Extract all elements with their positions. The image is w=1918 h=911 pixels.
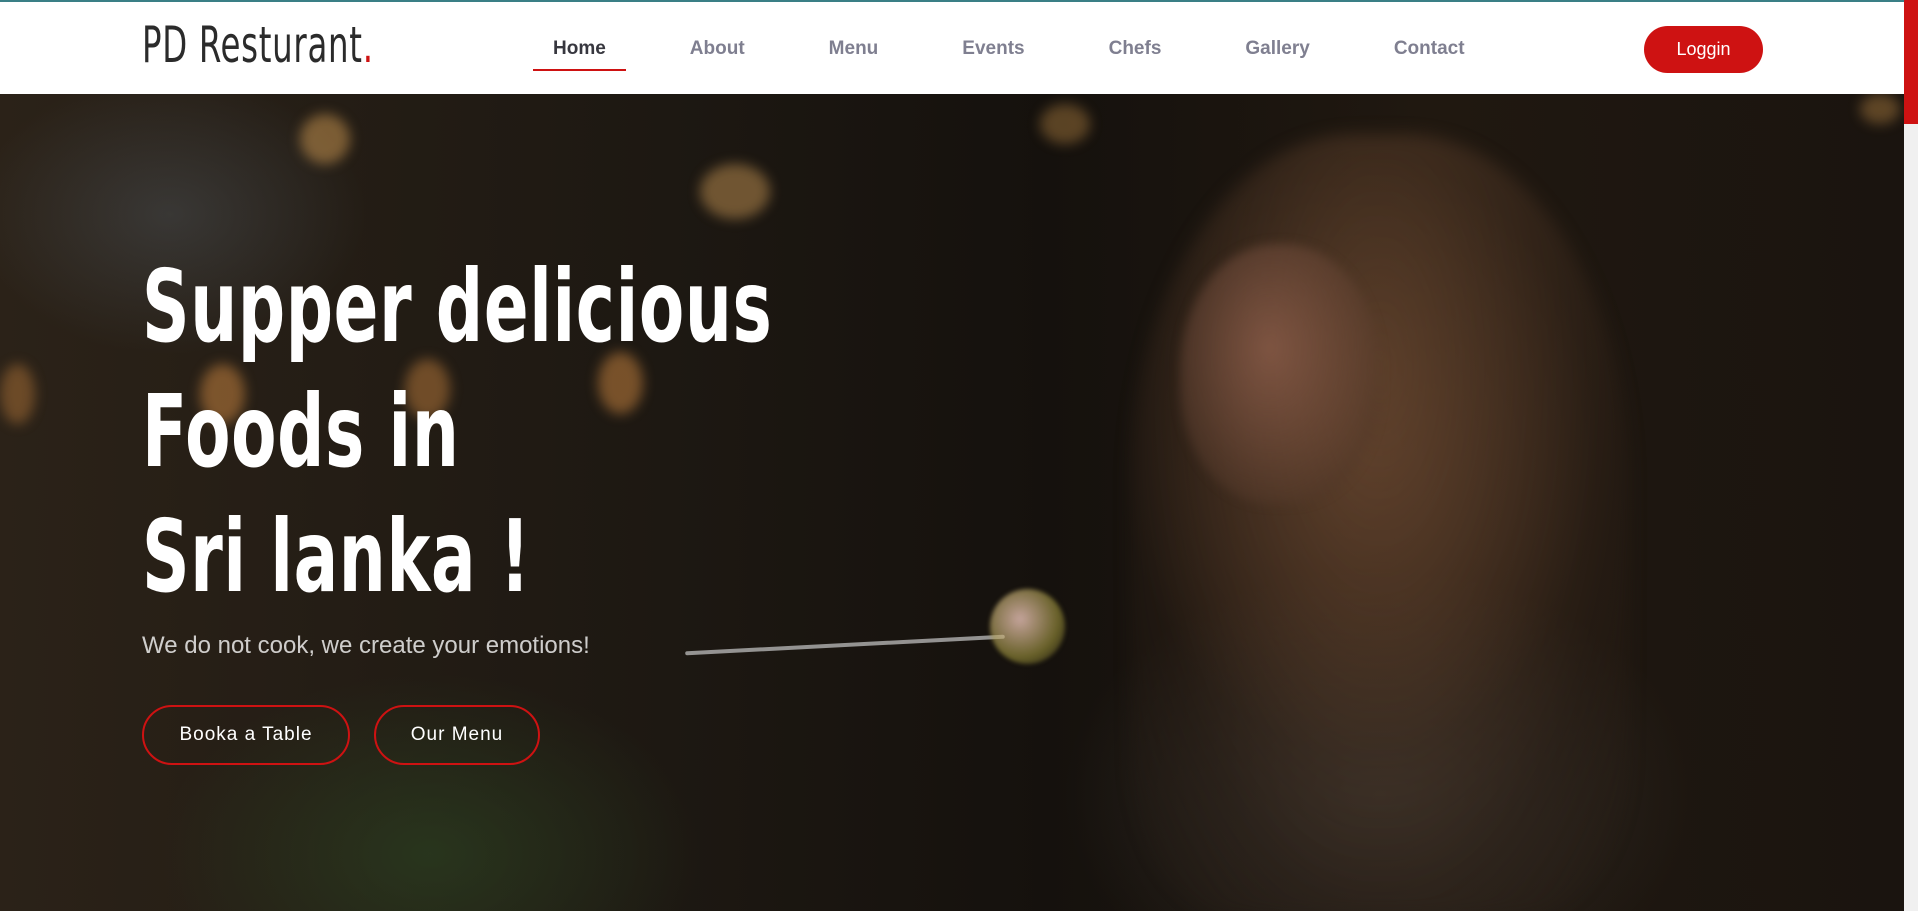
nav-item-contact[interactable]: Contact [1371, 2, 1488, 96]
site-header: PD Resturant. Home About Menu Events Che… [0, 0, 1904, 94]
headline-line-3: Sri lanka ! [142, 498, 531, 615]
scrollbar-thumb[interactable] [1904, 0, 1918, 124]
logo-text: PD Resturant [142, 16, 363, 74]
nav-item-gallery[interactable]: Gallery [1222, 2, 1332, 96]
headline-line-1: Supper delicious [142, 248, 773, 365]
headline-line-2: Foods in [142, 373, 460, 490]
our-menu-button[interactable]: Our Menu [374, 705, 540, 765]
book-table-button[interactable]: Booka a Table [142, 705, 350, 765]
page-scrollbar[interactable] [1904, 0, 1918, 911]
nav-item-home[interactable]: Home [530, 2, 629, 96]
main-nav: Home About Menu Events Chefs Gallery Con… [530, 2, 1526, 96]
hero-headline: Supper delicious Foods in Sri lanka ! [142, 244, 772, 619]
nav-item-chefs[interactable]: Chefs [1086, 2, 1185, 96]
login-button[interactable]: Loggin [1644, 26, 1763, 73]
nav-item-events[interactable]: Events [939, 2, 1047, 96]
nav-item-about[interactable]: About [667, 2, 768, 96]
site-logo[interactable]: PD Resturant. [142, 16, 374, 74]
hero-subtitle: We do not cook, we create your emotions! [142, 632, 590, 659]
nav-item-menu[interactable]: Menu [806, 2, 902, 96]
hero-section: Supper delicious Foods in Sri lanka ! We… [0, 94, 1904, 911]
logo-dot: . [362, 16, 374, 74]
